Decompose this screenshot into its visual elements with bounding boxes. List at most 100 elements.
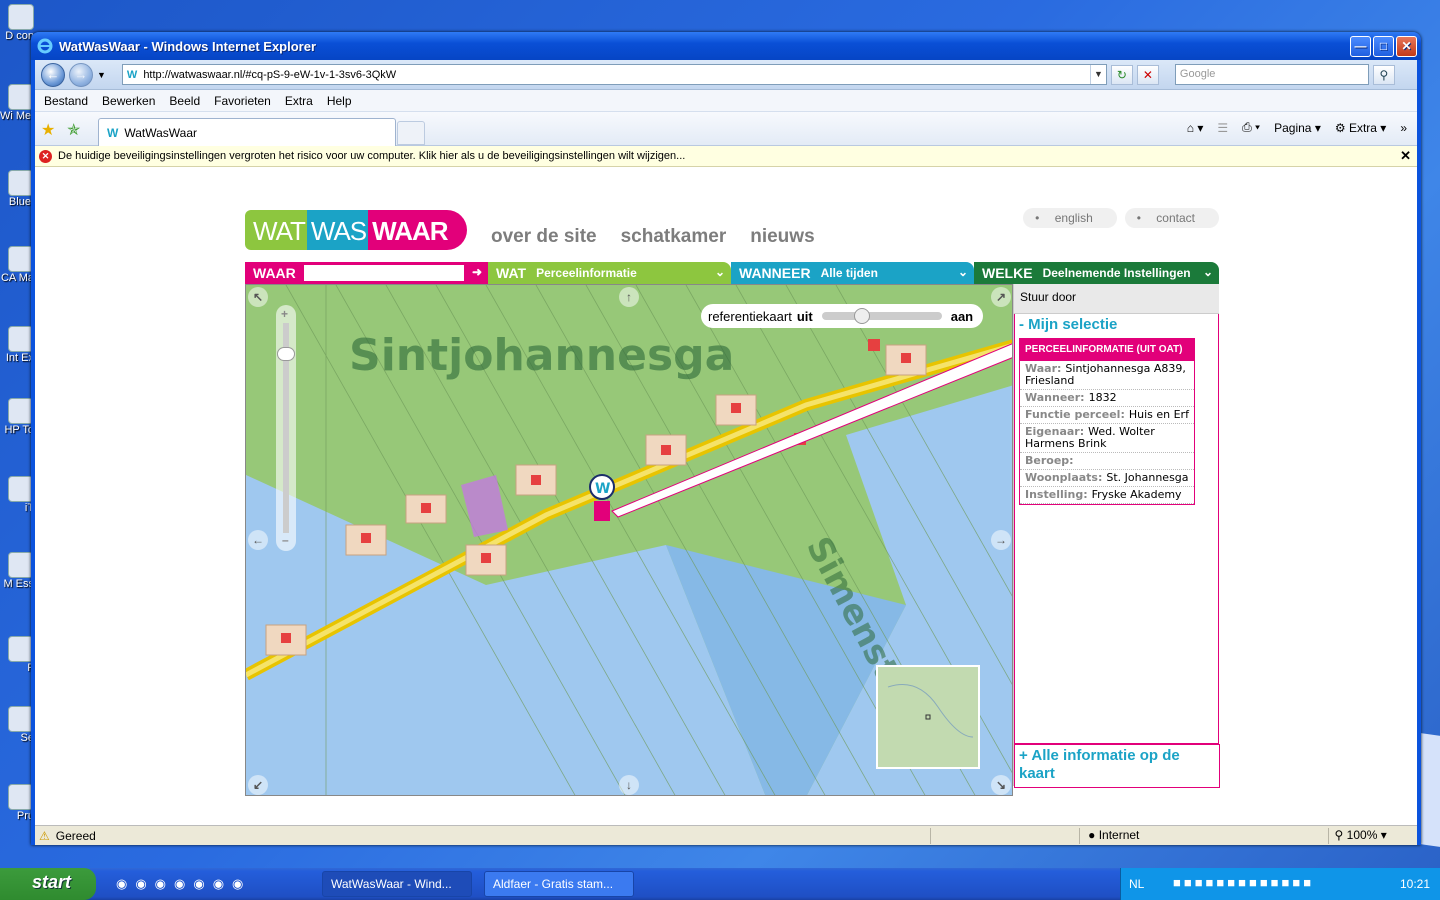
pan-east-icon[interactable]: →: [991, 530, 1011, 550]
tab-watwaswaar[interactable]: W WatWasWaar: [98, 118, 396, 146]
tab-favicon-icon: W: [107, 125, 119, 140]
zoom-level[interactable]: ⚲ 100% ▾: [1327, 827, 1417, 844]
pan-south-icon[interactable]: ↓: [619, 775, 639, 795]
menu-bewerken[interactable]: Bewerken: [95, 94, 162, 108]
filter-wat-value: Perceelinformatie: [536, 266, 637, 280]
ie-icon: [37, 38, 53, 54]
address-dropdown-icon[interactable]: ▼: [1089, 65, 1106, 84]
filter-wanneer[interactable]: WANNEER Alle tijden ⌄: [731, 262, 974, 284]
desktop-icon-se[interactable]: Se: [0, 706, 34, 770]
stop-button[interactable]: ✕: [1136, 64, 1159, 85]
zoom-in-icon[interactable]: +: [281, 307, 288, 321]
quick-launch[interactable]: ◉◉◉◉◉◉◉: [116, 876, 251, 892]
zoom-level-icon: ⚲: [1334, 827, 1344, 842]
address-text: http://watwaswaar.nl/#cq-pS-9-eW-1v-1-3s…: [143, 68, 397, 81]
desktop-icon-ca[interactable]: CA Ma: [0, 246, 34, 310]
infobar-close-icon[interactable]: ✕: [1400, 148, 1411, 164]
nav-over-de-site[interactable]: over de site: [491, 226, 597, 248]
search-input[interactable]: Google: [1174, 64, 1369, 85]
desktop-icon-f[interactable]: F: [0, 636, 34, 700]
nav-nieuws[interactable]: nieuws: [750, 226, 814, 248]
address-toolbar: ← → ▼ W http://watwaswaar.nl/#cq-pS-9-eW…: [35, 60, 1417, 90]
link-contact[interactable]: • contact: [1124, 208, 1219, 228]
task-aldfaer[interactable]: Aldfaer - Gratis stam...: [484, 871, 634, 897]
top-links: • english • contact: [1023, 208, 1219, 228]
filter-wat[interactable]: WAT Perceelinformatie ⌄: [488, 262, 731, 284]
menu-bar: Bestand Bewerken Beeld Favorieten Extra …: [35, 90, 1417, 112]
menu-beeld[interactable]: Beeld: [162, 94, 207, 108]
add-favorite-icon[interactable]: ✯: [67, 120, 80, 140]
chevron-more-icon[interactable]: »: [1400, 121, 1407, 135]
refkaart-off-label: uit: [796, 308, 813, 324]
menu-bestand[interactable]: Bestand: [37, 94, 95, 108]
menu-extra[interactable]: Extra: [278, 94, 320, 108]
menu-help[interactable]: Help: [320, 94, 359, 108]
site-logo[interactable]: WAT WAS WAAR: [245, 210, 467, 250]
desktop-icon-media[interactable]: Wi Medi: [0, 84, 34, 148]
tools-menu[interactable]: ⚙ Extra ▾: [1335, 121, 1386, 135]
menu-favorieten[interactable]: Favorieten: [207, 94, 278, 108]
globe-icon: ●: [1088, 827, 1096, 842]
title-bar[interactable]: WatWasWaar - Windows Internet Explorer —…: [31, 32, 1421, 60]
desktop-icon-pru[interactable]: Pru: [0, 784, 34, 848]
zoom-slider[interactable]: + –: [276, 305, 296, 551]
pan-north-icon[interactable]: ↑: [619, 287, 639, 307]
nav-schatkamer[interactable]: schatkamer: [621, 226, 727, 248]
waar-input[interactable]: [303, 265, 464, 281]
language-indicator[interactable]: NL: [1129, 877, 1144, 891]
minimize-button[interactable]: —: [1350, 36, 1371, 57]
pan-southwest-icon[interactable]: ↙: [248, 775, 268, 795]
desktop-icon-ie[interactable]: Int Ex: [0, 326, 34, 390]
pan-northeast-icon[interactable]: ↗: [991, 287, 1011, 307]
start-label: start: [32, 872, 72, 892]
pan-west-icon[interactable]: ←: [248, 530, 268, 550]
forward-button[interactable]: →: [69, 62, 93, 87]
pan-southeast-icon[interactable]: ↘: [991, 775, 1011, 795]
zoom-out-icon[interactable]: –: [282, 533, 289, 547]
filter-waar-label: WAAR: [253, 265, 296, 281]
page-menu[interactable]: Pagina ▾: [1274, 121, 1321, 135]
pan-northwest-icon[interactable]: ↖: [248, 287, 268, 307]
maximize-button[interactable]: □: [1373, 36, 1394, 57]
task-watwaswaar[interactable]: WatWasWaar - Wind...: [322, 871, 472, 897]
mijn-selectie-toggle[interactable]: - Mijn selectie: [1015, 314, 1218, 335]
desktop-icon-my-computer[interactable]: D con: [0, 4, 34, 68]
back-button[interactable]: ←: [41, 62, 65, 87]
close-button[interactable]: ✕: [1396, 36, 1417, 57]
filter-wanneer-label: WANNEER: [739, 265, 811, 281]
arrow-right-icon[interactable]: ➜: [472, 265, 482, 279]
zoom-handle[interactable]: [277, 347, 295, 361]
perceel-card[interactable]: PERCEELINFORMATIE (UIT OAT) Waar: Sintjoh…: [1019, 338, 1195, 505]
feeds-icon[interactable]: ☰: [1217, 121, 1228, 135]
start-button[interactable]: start: [0, 868, 96, 900]
desktop-icon-bluetooth[interactable]: Bluet: [0, 170, 34, 234]
card-row-beroep: Beroep:: [1020, 453, 1194, 470]
desktop-icon-itunes[interactable]: iT: [0, 476, 34, 540]
alle-informatie-link[interactable]: + Alle informatie op de kaart: [1014, 744, 1220, 788]
refkaart-handle[interactable]: [853, 308, 870, 324]
map[interactable]: Sintjohannesga Simenst W ↖ ↑ ↗ ← → ↙ ↓ ↘…: [245, 284, 1013, 796]
stuur-door-link[interactable]: Stuur door: [1014, 284, 1219, 314]
favorites-star-icon[interactable]: ★: [41, 120, 55, 140]
print-icon[interactable]: ⎙ ▾: [1242, 120, 1260, 135]
link-english[interactable]: • english: [1023, 208, 1117, 228]
overview-minimap[interactable]: [876, 665, 980, 769]
new-tab-button[interactable]: [397, 121, 425, 145]
filter-welke-value: Deelnemende Instellingen: [1042, 266, 1191, 280]
mijn-selectie-section: - Mijn selectie PERCEELINFORMATIE (UIT O…: [1014, 314, 1219, 744]
desktop-icon-essentials[interactable]: M Ess: [0, 552, 34, 616]
search-icon[interactable]: ⚲: [1372, 64, 1395, 85]
filter-welke[interactable]: WELKE Deelnemende Instellingen ⌄: [974, 262, 1219, 284]
tray-icons[interactable]: ■■■■■■■■■■■■■: [1173, 875, 1314, 890]
filter-wat-label: WAT: [496, 265, 527, 281]
address-field[interactable]: W http://watwaswaar.nl/#cq-pS-9-eW-1v-1-…: [121, 64, 1107, 85]
security-zone[interactable]: ● Internet: [1079, 827, 1327, 844]
security-infobar[interactable]: ✕ De huidige beveiligingsinstellingen ve…: [35, 146, 1417, 167]
refkaart-on-label: aan: [950, 308, 974, 324]
refresh-button[interactable]: ↻: [1110, 64, 1133, 85]
home-icon[interactable]: ⌂ ▾: [1187, 121, 1204, 135]
desktop-icon-hp[interactable]: HP To: [0, 398, 34, 462]
filter-bar: WAAR ➜ WAT Perceelinformatie ⌄ WANNEER A…: [245, 262, 1219, 284]
refkaart-slider[interactable]: [821, 308, 942, 324]
history-dropdown-icon[interactable]: ▼: [97, 70, 106, 80]
